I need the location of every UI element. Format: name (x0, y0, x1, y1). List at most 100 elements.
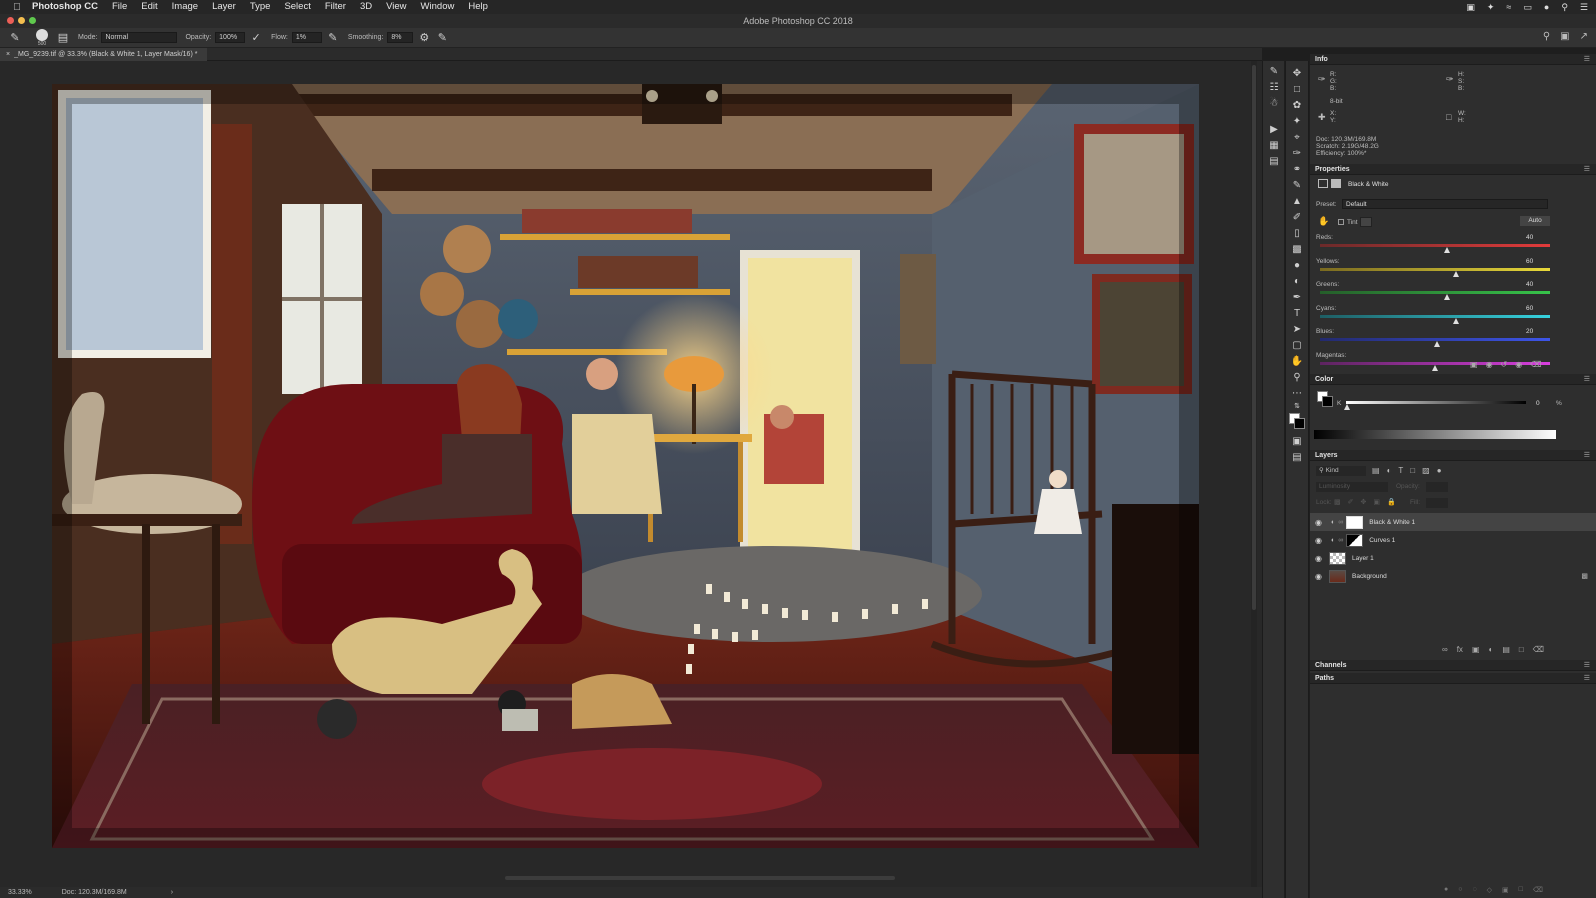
hand-tool-icon[interactable]: ✋ (1286, 353, 1308, 369)
targeted-adjustment-icon[interactable]: ✋ (1318, 216, 1329, 227)
layer-thumbnail[interactable] (1329, 569, 1346, 583)
channels-panel-header[interactable]: Channels ☰ (1310, 660, 1596, 671)
lock-paint-icon[interactable]: ✐ (1348, 498, 1354, 506)
fill-path-icon[interactable]: ● (1444, 886, 1448, 894)
notification-icon[interactable]: ☰ (1580, 2, 1588, 13)
canvas-area[interactable] (0, 61, 1262, 887)
slider-value[interactable]: 40 (1526, 281, 1533, 288)
tint-color-swatch[interactable] (1360, 217, 1372, 227)
panel-menu-icon[interactable]: ☰ (1584, 165, 1590, 173)
foreground-background-colors[interactable] (1286, 411, 1308, 433)
lock-position-icon[interactable]: ✥ (1361, 498, 1367, 506)
document-image[interactable] (52, 84, 1199, 848)
visibility-eye-icon[interactable]: ◉ (1515, 360, 1522, 369)
panel-menu-icon[interactable]: ☰ (1584, 55, 1590, 63)
close-tab-icon[interactable]: × (6, 51, 10, 58)
actions-play-icon[interactable]: ▶ (1263, 121, 1285, 137)
search-icon[interactable]: ⚲ (1543, 31, 1550, 42)
type-tool-icon[interactable]: T (1286, 305, 1308, 321)
pressure-size-icon[interactable]: ✎ (435, 31, 449, 45)
flow-field[interactable]: 1% (291, 32, 322, 43)
shape-tool-icon[interactable]: ▢ (1286, 337, 1308, 353)
brush-panel-icon[interactable]: ✎ (1263, 63, 1285, 79)
view-previous-icon[interactable]: ◉ (1486, 360, 1493, 369)
tint-checkbox[interactable] (1338, 219, 1344, 225)
quick-mask-icon[interactable]: ▣ (1286, 433, 1308, 449)
new-path-icon[interactable]: □ (1519, 886, 1523, 894)
pixel-filter-icon[interactable]: ▤ (1372, 466, 1380, 475)
menu-select[interactable]: Select (277, 0, 317, 14)
layer-thumbnail[interactable] (1329, 551, 1346, 565)
menu-3d[interactable]: 3D (353, 0, 379, 14)
zoom-level[interactable]: 33.33% (8, 889, 32, 896)
layer-row[interactable]: ◉ ◐ ∞ Curves 1 (1310, 531, 1596, 549)
airplay-icon[interactable]: ▭ (1523, 2, 1532, 13)
color-background-swatch[interactable] (1322, 396, 1333, 407)
user-icon[interactable]: ● (1544, 2, 1549, 12)
brush-preset-icon[interactable] (36, 28, 48, 41)
screen-mode-icon[interactable]: ▤ (1286, 449, 1308, 465)
slider-thumb[interactable] (1432, 364, 1438, 371)
wifi-icon[interactable]: ≈ (1506, 2, 1511, 12)
slider-track[interactable] (1320, 244, 1550, 247)
link-icon[interactable]: ∞ (1338, 537, 1343, 544)
menu-layer[interactable]: Layer (205, 0, 243, 14)
app-menu[interactable]: Photoshop CC (24, 0, 105, 14)
crop-tool-icon[interactable]: ⌖ (1286, 129, 1308, 145)
pen-tool-icon[interactable]: ✒ (1286, 289, 1308, 305)
dropbox-icon[interactable]: ✦ (1487, 2, 1495, 13)
lasso-tool-icon[interactable]: ✿ (1286, 97, 1308, 113)
paths-panel-header[interactable]: Paths ☰ (1310, 673, 1596, 684)
path-select-tool-icon[interactable]: ➤ (1286, 321, 1308, 337)
new-group-icon[interactable]: ▤ (1502, 645, 1510, 654)
quick-select-tool-icon[interactable]: ✦ (1286, 113, 1308, 129)
stroke-path-icon[interactable]: ○ (1458, 886, 1462, 894)
opacity-field[interactable]: 100% (215, 32, 246, 43)
kind-filter-select[interactable]: ⚲ Kind (1316, 466, 1366, 476)
add-mask-icon[interactable]: ▣ (1472, 645, 1480, 654)
trash-icon[interactable]: ⌫ (1533, 886, 1543, 894)
slider-thumb[interactable] (1443, 294, 1450, 300)
menu-view[interactable]: View (379, 0, 413, 14)
lock-all-icon[interactable]: 🔒 (1387, 498, 1396, 506)
vertical-scroll-thumb[interactable] (1252, 65, 1256, 610)
slider-track[interactable] (1320, 314, 1550, 318)
history-panel-icon[interactable]: ▦ (1263, 137, 1285, 153)
type-filter-icon[interactable]: T (1398, 466, 1403, 475)
slider-thumb[interactable] (1452, 270, 1459, 277)
k-value[interactable]: 0 (1536, 400, 1540, 407)
visibility-eye-icon[interactable]: ◉ (1315, 518, 1327, 527)
shape-filter-icon[interactable]: □ (1410, 466, 1415, 475)
color-ramp[interactable] (1314, 430, 1556, 439)
channels-panel[interactable]: Channels ☰ (1310, 660, 1596, 671)
gradient-tool-icon[interactable]: ▩ (1286, 241, 1308, 257)
vertical-scrollbar[interactable] (1251, 61, 1257, 887)
more-tools-icon[interactable]: ⋯ (1286, 385, 1308, 401)
mode-select[interactable]: Normal (101, 32, 178, 43)
adjustments-panel-icon[interactable]: ☷ (1263, 79, 1285, 95)
trash-icon[interactable]: ⌫ (1530, 360, 1541, 369)
panel-menu-icon[interactable]: ☰ (1584, 451, 1590, 459)
screen-icon[interactable]: ▣ (1466, 2, 1475, 13)
preset-select[interactable]: Default (1342, 199, 1548, 209)
brush-tool-icon[interactable]: ✎ (8, 31, 22, 45)
slider-value[interactable]: 60 (1526, 305, 1533, 312)
airbrush-icon[interactable]: ✎ (326, 31, 340, 45)
layer-name[interactable]: Curves 1 (1369, 537, 1395, 544)
slider-track[interactable] (1320, 267, 1550, 271)
horizontal-scroll-thumb[interactable] (505, 876, 895, 880)
zoom-tool-icon[interactable]: ⚲ (1286, 369, 1308, 385)
search-icon[interactable]: ⚲ (1561, 2, 1568, 13)
menu-type[interactable]: Type (243, 0, 278, 14)
menu-edit[interactable]: Edit (134, 0, 164, 14)
fill-field[interactable] (1426, 498, 1448, 508)
marquee-tool-icon[interactable]: □ (1286, 81, 1308, 97)
smoothing-field[interactable]: 8% (387, 32, 414, 43)
panel-menu-icon[interactable]: ☰ (1584, 674, 1590, 682)
reset-icon[interactable]: ↺ (1501, 360, 1508, 369)
filter-toggle-icon[interactable]: ● (1437, 466, 1442, 475)
lock-artboard-icon[interactable]: ▣ (1373, 498, 1380, 506)
add-mask-icon[interactable]: ▣ (1502, 886, 1509, 894)
menu-window[interactable]: Window (414, 0, 462, 14)
brush-settings-icon[interactable]: ▤ (56, 31, 70, 45)
